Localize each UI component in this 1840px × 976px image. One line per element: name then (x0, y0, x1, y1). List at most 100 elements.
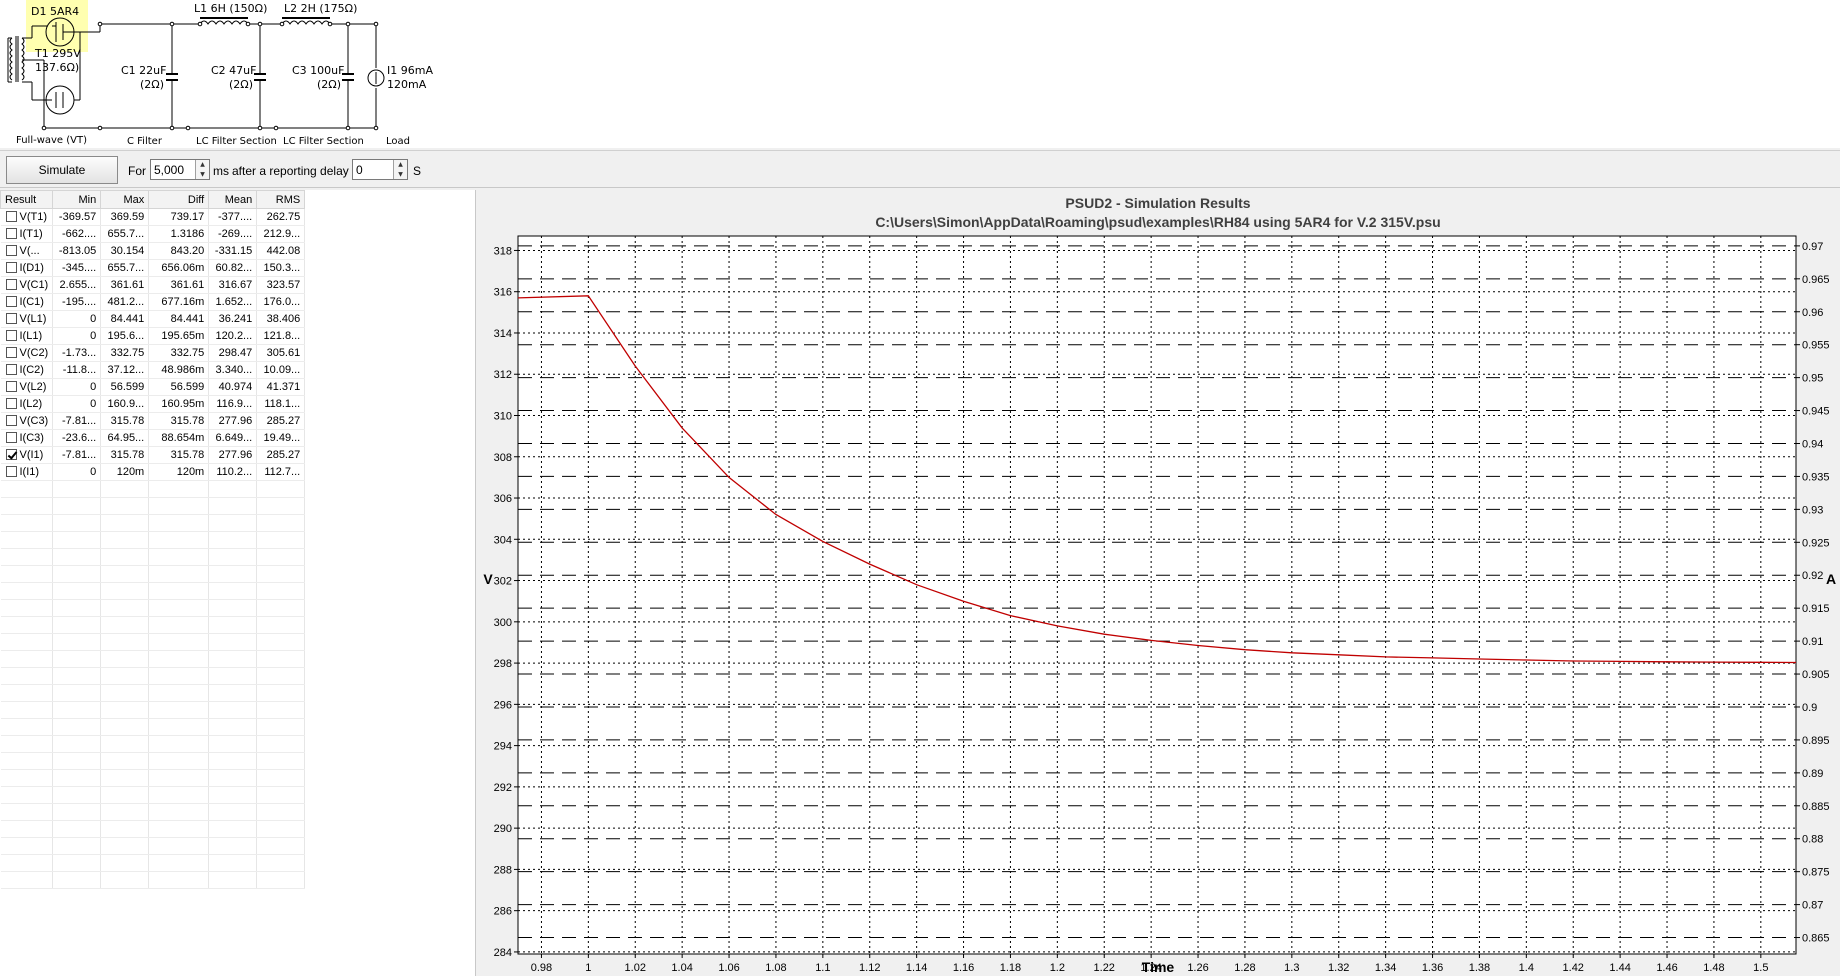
result-checkbox[interactable] (5, 279, 17, 290)
result-name-cell[interactable]: I(C2) (0, 361, 54, 379)
delay-spinner[interactable]: ▲ ▼ (352, 159, 408, 180)
table-row[interactable]: V(C3) -7.81... 315.78 315.78 277.96 285.27 (0, 412, 306, 430)
result-checkbox[interactable] (5, 313, 17, 324)
empty-cell (0, 803, 54, 821)
c1-label[interactable]: C1 22uF (121, 64, 166, 77)
section-label-load[interactable]: Load (386, 135, 410, 148)
table-row[interactable]: V(L2) 0 56.599 56.599 40.974 41.371 (0, 378, 306, 396)
result-name-cell[interactable]: V(T1) (0, 208, 54, 226)
table-row[interactable]: V(I1) -7.81... 315.78 315.78 277.96 285.27 (0, 446, 306, 464)
t1-label[interactable]: T1 295V (35, 47, 81, 60)
result-checkbox[interactable] (5, 415, 17, 426)
result-name-cell[interactable]: V(C3) (0, 412, 54, 430)
spin-down-icon[interactable]: ▼ (394, 170, 407, 180)
result-name-cell[interactable]: I(T1) (0, 225, 54, 243)
table-row[interactable]: I(D1) -345.... 655.7... 656.06m 60.82... 150.… (0, 259, 306, 277)
result-name-cell[interactable]: V(... (0, 242, 54, 260)
result-name-cell[interactable]: V(L1) (0, 310, 54, 328)
empty-cell (148, 769, 210, 787)
result-checkbox[interactable] (5, 330, 17, 341)
result-name-cell[interactable]: I(L1) (0, 327, 54, 345)
result-name-cell[interactable]: I(D1) (0, 259, 54, 277)
result-checkbox[interactable] (5, 466, 17, 477)
table-row[interactable]: V(T1) -369.57 369.59 739.17 -377.... 262.75 (0, 208, 306, 226)
column-header-result[interactable]: Result (0, 190, 54, 209)
results-chart: PSUD2 - Simulation Results C:\Users\Simo… (483, 195, 1836, 975)
result-mean-cell: 116.9... (208, 395, 258, 413)
c2-label[interactable]: C2 47uF (211, 64, 256, 77)
duration-spinner[interactable]: ▲ ▼ (150, 159, 210, 180)
result-checkbox[interactable] (5, 432, 17, 443)
y-tick-label: 306 (494, 493, 512, 505)
schematic-drawing (7, 17, 385, 131)
column-header-mean[interactable]: Mean (208, 190, 258, 209)
y2-tick-label: 0.91 (1802, 636, 1823, 648)
result-checkbox[interactable] (5, 381, 17, 392)
table-row[interactable]: I(C3) -23.6... 64.95... 88.654m 6.649... 19.4… (0, 429, 306, 447)
empty-cell (52, 803, 102, 821)
result-name-cell[interactable]: I(C3) (0, 429, 54, 447)
result-mean-cell: 277.96 (208, 412, 258, 430)
table-row[interactable]: I(C2) -11.8... 37.12... 48.986m 3.340... 10.0… (0, 361, 306, 379)
column-header-min[interactable]: Min (52, 190, 102, 209)
table-row[interactable]: I(L1) 0 195.6... 195.65m 120.2... 121.8... (0, 327, 306, 345)
result-name-cell[interactable]: V(L2) (0, 378, 54, 396)
section-label-lc-filter-1[interactable]: LC Filter Section (196, 135, 277, 148)
spin-down-icon[interactable]: ▼ (196, 170, 209, 180)
l2-label[interactable]: L2 2H (175Ω) (284, 2, 357, 15)
y2-tick-label: 0.89 (1802, 768, 1823, 780)
duration-spin-buttons[interactable]: ▲ ▼ (195, 160, 209, 179)
table-row[interactable]: I(I1) 0 120m 120m 110.2... 112.7... (0, 463, 306, 481)
spin-up-icon[interactable]: ▲ (394, 160, 407, 170)
result-checkbox[interactable] (5, 449, 17, 460)
duration-input[interactable] (151, 160, 195, 179)
result-mean-cell: 120.2... (208, 327, 258, 345)
column-header-max[interactable]: Max (100, 190, 150, 209)
delay-spin-buttons[interactable]: ▲ ▼ (393, 160, 407, 179)
simulate-button[interactable]: Simulate (6, 156, 118, 184)
table-row[interactable]: V(... -813.05 30.154 843.20 -331.15 442.08 (0, 242, 306, 260)
result-checkbox[interactable] (5, 211, 17, 222)
table-row[interactable]: I(T1) -662.... 655.7... 1.3186 -269.... 212.9… (0, 225, 306, 243)
result-checkbox[interactable] (5, 364, 17, 375)
table-row[interactable]: I(L2) 0 160.9... 160.95m 116.9... 118.1... (0, 395, 306, 413)
result-name-cell[interactable]: I(L2) (0, 395, 54, 413)
result-name-cell[interactable]: I(I1) (0, 463, 54, 481)
table-row[interactable]: V(C1) 2.655... 361.61 361.61 316.67 323.57 (0, 276, 306, 294)
result-checkbox[interactable] (5, 228, 17, 239)
result-diff-cell: 677.16m (148, 293, 210, 311)
i1-label[interactable]: I1 96mA (387, 64, 433, 77)
result-diff-cell: 120m (148, 463, 210, 481)
table-row[interactable]: I(C1) -195.... 481.2... 677.16m 1.652... 176.… (0, 293, 306, 311)
l1-label[interactable]: L1 6H (150Ω) (194, 2, 267, 15)
c3-label[interactable]: C3 100uF (292, 64, 344, 77)
result-name-cell[interactable]: V(I1) (0, 446, 54, 464)
result-checkbox[interactable] (5, 262, 17, 273)
empty-cell (0, 497, 54, 515)
result-checkbox[interactable] (5, 347, 17, 358)
result-diff-cell: 1.3186 (148, 225, 210, 243)
d1-label[interactable]: D1 5AR4 (31, 5, 79, 18)
plot-area[interactable] (517, 235, 1797, 955)
section-label-fullwave[interactable]: Full-wave (VT) (16, 134, 87, 147)
result-name-cell[interactable]: V(C1) (0, 276, 54, 294)
table-row[interactable]: V(C2) -1.73... 332.75 332.75 298.47 305.61 (0, 344, 306, 362)
section-label-c-filter[interactable]: C Filter (127, 135, 162, 148)
empty-cell (52, 684, 102, 702)
t1-resistance: 137.6Ω) (35, 61, 80, 74)
spin-up-icon[interactable]: ▲ (196, 160, 209, 170)
delay-input[interactable] (353, 160, 393, 179)
result-checkbox[interactable] (5, 245, 17, 256)
result-name-cell[interactable]: I(C1) (0, 293, 54, 311)
empty-cell (0, 531, 54, 549)
table-row[interactable]: V(L1) 0 84.441 84.441 36.241 38.406 (0, 310, 306, 328)
result-checkbox[interactable] (5, 296, 17, 307)
result-checkbox[interactable] (5, 398, 17, 409)
column-header-diff[interactable]: Diff (148, 190, 210, 209)
empty-row (0, 871, 306, 889)
result-name-cell[interactable]: V(C2) (0, 344, 54, 362)
column-header-rms[interactable]: RMS (256, 190, 306, 209)
section-label-lc-filter-2[interactable]: LC Filter Section (283, 135, 364, 148)
empty-cell (100, 786, 150, 804)
empty-cell (52, 480, 102, 498)
